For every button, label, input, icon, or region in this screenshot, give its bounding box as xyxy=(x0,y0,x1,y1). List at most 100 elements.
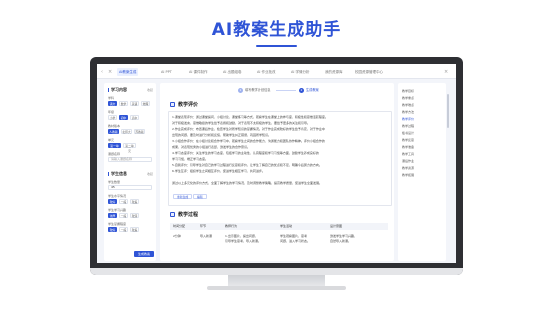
mastery-chip[interactable]: 一般 xyxy=(119,227,128,232)
eval-line: 学习习惯，端正学习态度。 xyxy=(172,157,209,161)
level-chip[interactable]: 一般 xyxy=(119,199,128,204)
version-chip[interactable]: 人教版 xyxy=(108,129,119,134)
section-study-content: 学习内容 xyxy=(108,87,127,93)
table-header-cell: 教师行为 xyxy=(225,224,238,228)
step-1-dot: 1 xyxy=(238,88,243,93)
outline-panel: 教学目标 教学重点 教学难点 教学方法 教学评价 教学过程 板书设计 教学反思 … xyxy=(398,83,446,261)
outline-item[interactable]: 教学工具 xyxy=(402,152,414,156)
app-screen: ‹ × AI教案生成 AI PPT AI 课件制作 AI 出题组卷 AI 作业批… xyxy=(97,64,456,263)
collapse-link[interactable]: 收起 xyxy=(147,88,153,92)
unit-chip[interactable]: 第二单元 xyxy=(123,143,136,153)
interest-label: 学生学习兴趣 xyxy=(108,208,127,212)
step-2-dot: 2 xyxy=(299,88,304,93)
document-icon xyxy=(170,102,175,107)
eval-content-box: 1.课堂表现评价：通过课堂提问、小组讨论、课堂练习等方式，观察学生在课堂上的参与… xyxy=(168,111,392,206)
generate-button[interactable]: 生成教案 xyxy=(134,251,154,257)
subject-label: 学科 xyxy=(108,96,115,100)
outline-item[interactable]: 板书设计 xyxy=(402,131,414,135)
close-icon[interactable]: × xyxy=(108,68,112,76)
table-cell: 引导学生思考，导入新课。 xyxy=(225,239,262,243)
hero-banner: AI教案生成助手 xyxy=(0,0,553,56)
interest-chip[interactable]: 浓厚 xyxy=(108,213,117,218)
left-form-panel: 学习内容 收起 学科 语文 数学 英语 物理 年级 小学 初中 高中 教材版本 … xyxy=(104,83,156,261)
eval-line: 对于积极发言、思维敏捷的学生给予表扬和鼓励，对于表现不太积极的学生，要给予更多的… xyxy=(172,121,311,125)
table-cell: 1.出示图片，提出问题， xyxy=(225,234,258,238)
subject-chip[interactable]: 数学 xyxy=(119,101,128,106)
table-cell: 自然导入新课。 xyxy=(330,239,352,243)
outline-item[interactable]: 教学资源 xyxy=(402,166,414,170)
edit-button[interactable]: 编辑 xyxy=(193,194,207,199)
section-marker xyxy=(108,88,109,92)
outline-item[interactable]: 教学重点 xyxy=(402,96,414,100)
level-label: 学生水平情况 xyxy=(108,194,127,198)
interest-chip[interactable]: 较弱 xyxy=(130,213,139,218)
subject-chip[interactable]: 英语 xyxy=(130,101,139,106)
version-label: 教材版本 xyxy=(108,124,121,128)
table-cell: 导入新课 xyxy=(200,234,213,238)
close-window-icon[interactable]: × xyxy=(444,68,448,76)
version-chip[interactable]: 北师大 xyxy=(121,129,132,134)
back-icon[interactable]: ‹ xyxy=(101,68,103,76)
outline-item[interactable]: 课后作业 xyxy=(402,159,414,163)
process-title-text: 教学过程 xyxy=(178,212,199,218)
outline-item[interactable]: 教学难点 xyxy=(402,103,414,107)
eval-line: 3.小组合作评价：在小组讨论和合作学习中，观察学生之间的合作能力、沟通能力和团队… xyxy=(172,139,325,143)
level-chip[interactable]: 较好 xyxy=(108,199,117,204)
version-chip[interactable]: 苏教版 xyxy=(134,129,145,134)
table-header-cell: 环节 xyxy=(200,224,207,228)
eval-line: 出现的问题，要及时进行分析和反馈，帮助学生纠正错误，巩固所学知识。 xyxy=(172,133,272,137)
section-marker xyxy=(108,172,109,176)
tab-resources[interactable]: 我的资源库 xyxy=(323,68,345,76)
mastery-label: 学生掌握程度 xyxy=(108,222,127,226)
topic-input[interactable]: 请输入课题名称 xyxy=(108,157,152,162)
tab-courseware[interactable]: AI 课件制作 xyxy=(187,68,210,76)
outline-item[interactable]: 教学方法 xyxy=(402,110,414,114)
topic-label: 课题名称 xyxy=(108,152,121,156)
tab-exam[interactable]: AI 出题组卷 xyxy=(221,68,244,76)
outline-item-active[interactable]: 教学评价 xyxy=(402,117,414,121)
grade-chip[interactable]: 小学 xyxy=(108,115,117,120)
tab-lesson-plan[interactable]: AI教案生成 xyxy=(117,68,139,76)
eval-line: 通过以上多元化的评价方式，全面了解学生的学习情况，及时调整教学策略，提高教学质量… xyxy=(172,181,323,185)
section-student-info-label: 学生信息 xyxy=(111,171,127,176)
outline-item[interactable]: 教学过程 xyxy=(402,124,414,128)
tab-homework[interactable]: AI 作业批改 xyxy=(255,68,278,76)
mastery-chip[interactable]: 较好 xyxy=(108,227,117,232)
unit-chip[interactable]: 第一单元 xyxy=(108,143,121,153)
outline-item[interactable]: 教学反思 xyxy=(402,138,414,142)
outline-scrollbar[interactable] xyxy=(447,94,449,128)
hero-underline xyxy=(256,45,297,47)
subject-chip[interactable]: 物理 xyxy=(141,101,150,106)
mastery-chip[interactable]: 较差 xyxy=(130,227,139,232)
outline-item[interactable]: 教学拓展 xyxy=(402,173,414,177)
tab-ppt[interactable]: AI PPT xyxy=(159,68,174,76)
step-1-label: 填写教学计划信息 xyxy=(245,88,271,92)
eval-line: 2.作业完成评价：布置课后作业，检查学生对所学知识的掌握情况。对于作业完成较好的… xyxy=(172,127,325,131)
grade-chip[interactable]: 高中 xyxy=(130,115,139,120)
grade-chip[interactable]: 初中 xyxy=(119,115,128,120)
section-study-content-label: 学习内容 xyxy=(111,87,127,92)
tab-school-center[interactable]: 校园资源管理中心 xyxy=(353,68,385,76)
regenerate-button[interactable]: 重新生成 xyxy=(173,194,193,199)
subject-chip[interactable]: 语文 xyxy=(108,101,117,106)
tab-analysis[interactable]: AI 学情分析 xyxy=(289,68,312,76)
hero-title: AI教案生成助手 xyxy=(211,20,342,40)
top-tab-bar: ‹ × AI教案生成 AI PPT AI 课件制作 AI 出题组卷 AI 作业批… xyxy=(97,64,456,79)
section-student-info: 学生信息 xyxy=(108,171,127,177)
table-cell: 问题，进入学习状态。 xyxy=(280,239,311,243)
table-header-cell: 设计意图 xyxy=(330,224,343,228)
interest-chip[interactable]: 一般 xyxy=(119,213,128,218)
level-chip[interactable]: 较差 xyxy=(130,199,139,204)
document-icon xyxy=(170,212,175,217)
monitor-stand xyxy=(228,275,325,286)
outline-item[interactable]: 教学目标 xyxy=(402,89,414,93)
table-header-cell: 学生活动 xyxy=(280,224,293,228)
student-count-input[interactable]: 45 xyxy=(108,185,152,190)
student-count-label: 学生数量 xyxy=(108,180,121,184)
grade-label: 年级 xyxy=(108,110,115,114)
outline-item[interactable]: 教学准备 xyxy=(402,145,414,149)
monitor-base xyxy=(207,286,346,290)
table-header-cell: 时间分配 xyxy=(173,224,186,228)
collapse-link[interactable]: 收起 xyxy=(147,172,153,176)
step-connector xyxy=(276,90,296,91)
